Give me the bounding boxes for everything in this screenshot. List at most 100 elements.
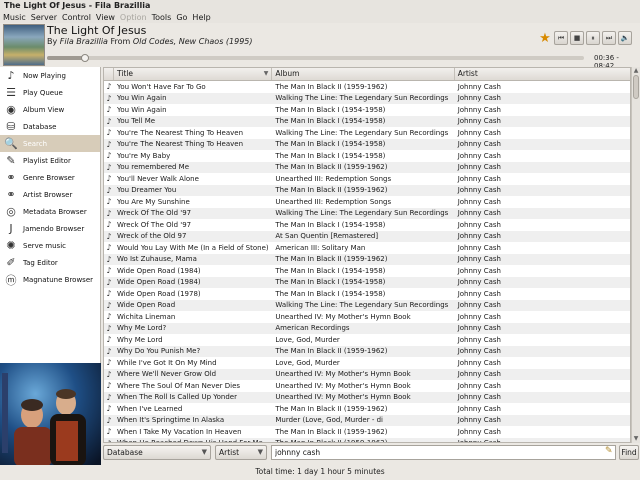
menu-help[interactable]: Help <box>192 13 210 22</box>
sidebar-item-metadata-browser[interactable]: ◎ Metadata Browser <box>0 203 100 220</box>
sidebar-item-playlist-editor[interactable]: ✎ Playlist Editor <box>0 152 100 169</box>
table-row[interactable]: ♪ Would You Lay With Me (In a Field of St… <box>104 242 630 254</box>
table-row[interactable]: ♪ Wide Open Road Walking The Line: The Leg… <box>104 299 630 311</box>
cell-artist: Johnny Cash <box>457 128 501 137</box>
table-row[interactable]: ♪ Wreck of the Old 97 At San Quentin [Rema… <box>104 230 630 242</box>
cell-album: At San Quentin [Remastered] <box>275 232 379 241</box>
table-row[interactable]: ♪ Where The Soul Of Man Never Dies Unearth… <box>104 380 630 392</box>
table-row[interactable]: ♪ When I've Learned The Man In Black II (1… <box>104 403 630 415</box>
table-row[interactable]: ♪ Wreck Of The Old '97 Walking The Line: T… <box>104 207 630 219</box>
table-row[interactable]: ♪ Why Me Lord Love, God, Murder Johnny Cash <box>104 334 630 346</box>
cell-album: The Man In Black I (1954-1958) <box>275 151 386 160</box>
sidebar-item-magnatune-browser[interactable]: ⓜ Magnatune Browser <box>0 271 100 288</box>
sidebar-item-album-view[interactable]: ◉ Album View <box>0 101 100 118</box>
menu-tools[interactable]: Tools <box>152 13 172 22</box>
table-row[interactable]: ♪ Wide Open Road (1984) The Man In Black I… <box>104 265 630 277</box>
header-album[interactable]: Album <box>272 68 455 80</box>
menu-server[interactable]: Server <box>31 13 57 22</box>
table-row[interactable]: ♪ You're The Nearest Thing To Heaven Walki… <box>104 127 630 139</box>
music-note-icon: ♪ <box>106 323 112 333</box>
table-row[interactable]: ♪ You Tell Me The Man In Black I (1954-195… <box>104 115 630 127</box>
header-artist[interactable]: Artist <box>455 68 630 80</box>
table-row[interactable]: ♪ You Dreamer You The Man In Black II (195… <box>104 184 630 196</box>
cell-artist: Johnny Cash <box>457 209 501 218</box>
sidebar-item-database[interactable]: ⛁ Database <box>0 118 100 135</box>
table-row[interactable]: ♪ You Win Again Walking The Line: The Lege… <box>104 92 630 104</box>
table-row[interactable]: ♪ You'll Never Walk Alone Unearthed III: R… <box>104 173 630 185</box>
menu-control[interactable]: Control <box>62 13 91 22</box>
cell-artist: Johnny Cash <box>457 427 501 436</box>
table-row[interactable]: ♪ You're My Baby The Man In Black I (1954-… <box>104 150 630 162</box>
table-row[interactable]: ♪ You remembered Me The Man In Black II (1… <box>104 161 630 173</box>
progress-handle[interactable] <box>80 54 89 62</box>
cell-artist: Johnny Cash <box>457 232 501 241</box>
table-row[interactable]: ♪ Wo Ist Zuhause, Mama The Man In Black II… <box>104 253 630 265</box>
cell-artist: Johnny Cash <box>457 151 501 160</box>
table-row[interactable]: ♪ You Are My Sunshine Unearthed III: Redem… <box>104 196 630 208</box>
menu-go[interactable]: Go <box>176 13 187 22</box>
table-row[interactable]: ♪ Wide Open Road (1984) The Man In Black I… <box>104 276 630 288</box>
cell-artist: Johnny Cash <box>457 358 501 367</box>
cell-album: The Man In Black II (1959-1962) <box>275 82 388 91</box>
table-row[interactable]: ♪ You Won't Have Far To Go The Man In Blac… <box>104 81 630 93</box>
next-button[interactable]: ⏭ <box>602 31 616 45</box>
sidebar-item-genre-browser[interactable]: ⚭ Genre Browser <box>0 169 100 186</box>
table-row[interactable]: ♪ When I Take My Vacation In Heaven The Ma… <box>104 426 630 438</box>
pause-button[interactable]: ⏸ <box>586 31 600 45</box>
scroll-up-icon[interactable]: ▲ <box>632 67 640 75</box>
table-row[interactable]: ♪ Why Do You Punish Me? The Man In Black I… <box>104 345 630 357</box>
table-row[interactable]: ♪ You're The Nearest Thing To Heaven The M… <box>104 138 630 150</box>
music-note-icon: ♪ <box>106 93 112 103</box>
menu-music[interactable]: Music <box>3 13 26 22</box>
table-row[interactable]: ♪ You Win Again The Man In Black I (1954-1… <box>104 104 630 116</box>
cell-album: Murder (Love, God, Murder - di <box>275 416 383 425</box>
table-scrollbar[interactable]: ▲ ▼ <box>631 67 640 443</box>
search-field-select[interactable]: Artist ▼ <box>215 445 267 460</box>
cell-title: Wide Open Road (1978) <box>116 289 201 298</box>
progress-slider[interactable] <box>47 54 584 62</box>
table-row[interactable]: ♪ Where We'll Never Grow Old Unearthed IV:… <box>104 368 630 380</box>
table-row[interactable]: ♪When He Reached Down His Hand For MeThe… <box>104 437 630 442</box>
cell-album: Unearthed III: Redemption Songs <box>275 174 392 183</box>
table-row[interactable]: ♪ Wreck Of The Old '97 The Man In Black I … <box>104 219 630 231</box>
cell-artist: Johnny Cash <box>457 174 501 183</box>
favorite-star-icon[interactable]: ★ <box>538 31 552 46</box>
music-note-icon: ♪ <box>106 392 112 402</box>
search-source-select[interactable]: Database ▼ <box>103 445 211 460</box>
cell-artist: Johnny Cash <box>457 335 501 344</box>
search-input[interactable] <box>271 445 616 460</box>
cell-title: Wo Ist Zuhause, Mama <box>116 255 197 264</box>
stop-button[interactable]: ■ <box>570 31 584 45</box>
sidebar-item-tag-editor[interactable]: ✐ Tag Editor <box>0 254 100 271</box>
scroll-down-icon[interactable]: ▼ <box>632 435 640 443</box>
scroll-thumb[interactable] <box>633 75 639 99</box>
previous-button[interactable]: ⏮ <box>554 31 568 45</box>
cell-artist: Johnny Cash <box>457 301 501 310</box>
table-row[interactable]: ♪ Wichita Lineman Unearthed IV: My Mother'… <box>104 311 630 323</box>
sidebar-item-search[interactable]: 🔍 Search <box>0 135 100 152</box>
table-row[interactable]: ♪ Why Me Lord? American Recordings Johnny C… <box>104 322 630 334</box>
sidebar-item-label: Search <box>23 139 48 148</box>
table-row[interactable]: ♪ When It's Springtime In Alaska Murder (L… <box>104 414 630 426</box>
header-artist-label: Artist <box>457 69 478 78</box>
sidebar-item-serve-music[interactable]: ✺ Serve music <box>0 237 100 254</box>
header-icon-column[interactable] <box>104 68 114 80</box>
header-title[interactable]: Title ▼ <box>114 68 273 80</box>
sidebar-item-play-queue[interactable]: ☰ Play Queue <box>0 84 100 101</box>
volume-button[interactable]: 🔈 <box>618 31 632 45</box>
sidebar-item-now-playing[interactable]: ♪ Now Playing <box>0 67 100 84</box>
find-button[interactable]: Find <box>619 445 639 460</box>
sidebar-item-label: Now Playing <box>23 71 66 80</box>
sidebar-item-jamendo-browser[interactable]: J Jamendo Browser <box>0 220 100 237</box>
music-note-icon: ♪ <box>106 300 112 310</box>
music-note-icon: ♪ <box>106 266 112 276</box>
table-row[interactable]: ♪ While I've Got It On My Mind Love, God, … <box>104 357 630 369</box>
menu-view[interactable]: View <box>96 13 115 22</box>
table-row[interactable]: ♪ Wide Open Road (1978) The Man In Black I… <box>104 288 630 300</box>
eye-icon: ◉ <box>6 103 16 116</box>
sidebar-item-artist-browser[interactable]: ⚭ Artist Browser <box>0 186 100 203</box>
table-row[interactable]: ♪ When The Roll Is Called Up Yonder Uneart… <box>104 391 630 403</box>
cell-artist: Johnny Cash <box>457 220 501 229</box>
clear-search-icon[interactable]: ✎ <box>605 446 613 456</box>
cell-title: You're The Nearest Thing To Heaven <box>116 140 244 149</box>
